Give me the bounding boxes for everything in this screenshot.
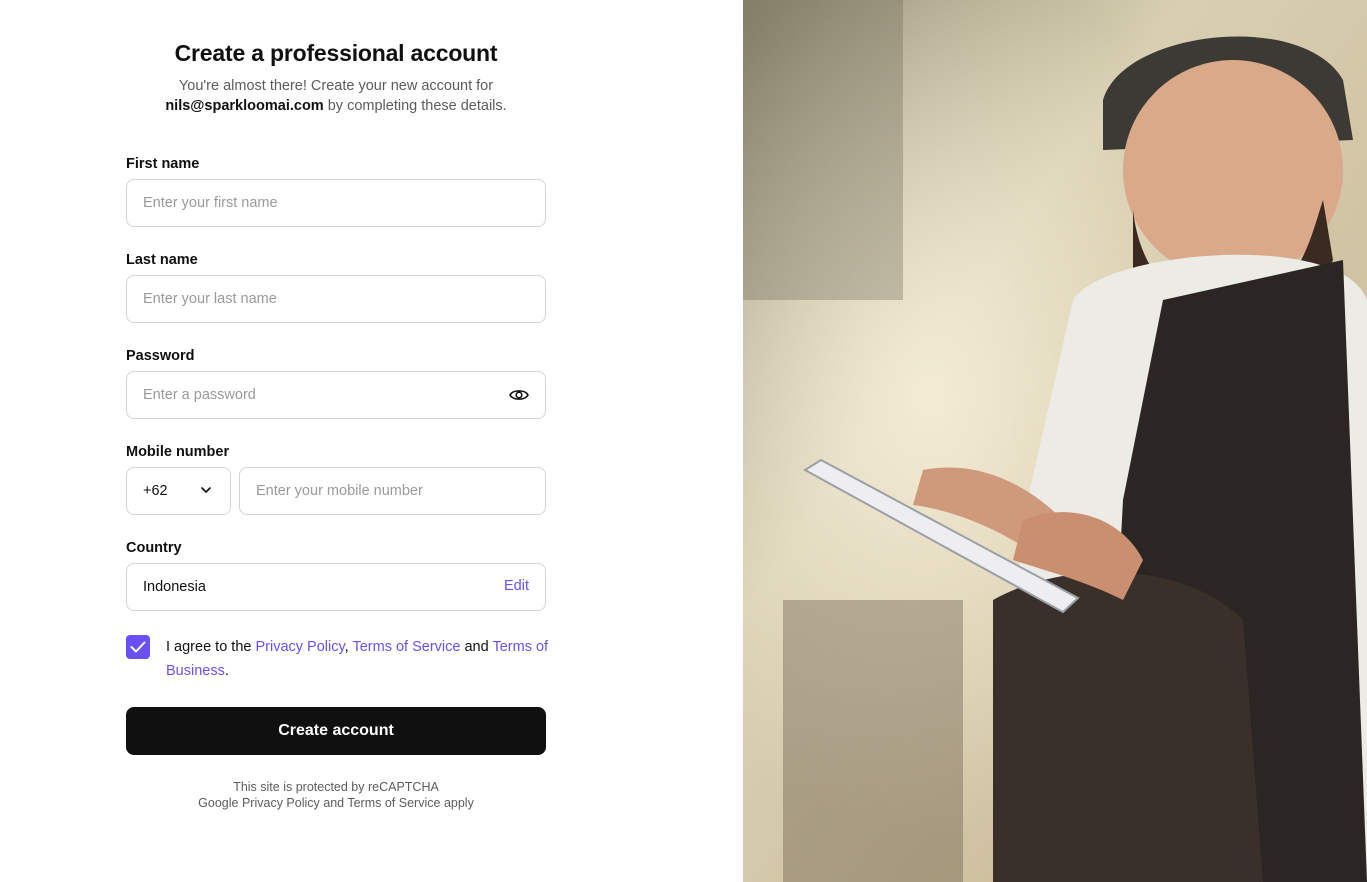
first-name-input[interactable] xyxy=(126,179,546,227)
google-terms-link[interactable]: Terms of Service xyxy=(347,796,440,810)
recaptcha-line2: Google Privacy Policy and Terms of Servi… xyxy=(126,795,546,811)
google-privacy-link[interactable]: Privacy Policy xyxy=(242,796,320,810)
terms-of-service-link[interactable]: Terms of Service xyxy=(352,639,460,655)
recaptcha-line1: This site is protected by reCAPTCHA xyxy=(233,780,439,794)
privacy-policy-link[interactable]: Privacy Policy xyxy=(255,639,344,655)
page-subtitle: You're almost there! Create your new acc… xyxy=(116,76,556,116)
subtitle-suffix: by completing these details. xyxy=(327,98,507,114)
checkmark-icon xyxy=(130,641,146,653)
chevron-down-icon xyxy=(201,487,211,493)
signup-panel: Create a professional account You're alm… xyxy=(0,0,743,882)
agreement-comma: , xyxy=(344,639,349,655)
account-email: nils@sparkloomai.com xyxy=(165,98,324,114)
first-name-label: First name xyxy=(126,156,200,172)
agreement-period: . xyxy=(224,663,229,679)
page-title: Create a professional account xyxy=(174,40,498,66)
last-name-input[interactable] xyxy=(126,275,546,323)
country-code-value: +62 xyxy=(143,483,168,499)
mobile-number-input[interactable] xyxy=(239,467,546,515)
password-label: Password xyxy=(126,348,195,364)
country-code-select[interactable]: +62 xyxy=(126,467,231,515)
agreement-prefix: I agree to the xyxy=(166,639,252,655)
edit-country-link[interactable]: Edit xyxy=(504,578,529,594)
subtitle-prefix: You're almost there! Create your new acc… xyxy=(178,78,494,94)
last-name-label: Last name xyxy=(126,252,198,268)
recaptcha-apply: apply xyxy=(443,796,474,810)
password-input[interactable] xyxy=(126,371,546,419)
country-value: Indonesia xyxy=(143,579,206,595)
recaptcha-and: and xyxy=(323,796,345,810)
country-label: Country xyxy=(126,540,182,556)
recaptcha-google: Google xyxy=(198,796,239,810)
create-account-button[interactable]: Create account xyxy=(126,707,546,755)
mobile-number-label: Mobile number xyxy=(126,444,230,460)
eye-icon xyxy=(509,390,529,400)
agreement-and: and xyxy=(464,639,489,655)
photo-man-with-tablet-icon xyxy=(743,0,1367,882)
recaptcha-notice: This site is protected by reCAPTCHA Goog… xyxy=(126,779,546,811)
country-field: Indonesia Edit xyxy=(126,563,546,611)
agree-checkbox[interactable] xyxy=(126,635,150,659)
hero-image xyxy=(743,0,1367,882)
show-password-button[interactable] xyxy=(504,383,534,407)
agreement-text: I agree to the Privacy Policy, Terms of … xyxy=(166,635,551,683)
